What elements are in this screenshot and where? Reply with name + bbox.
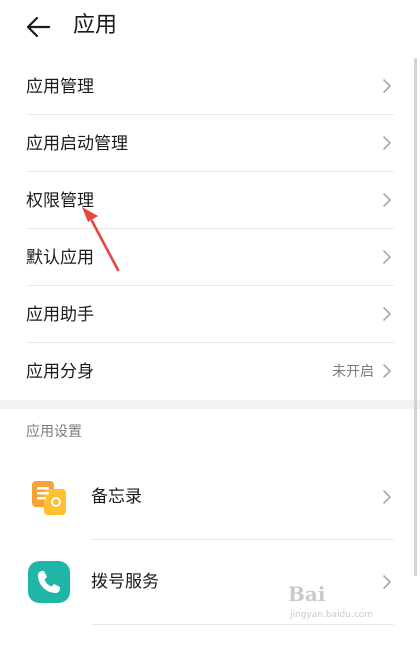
menu-item-app-twin[interactable]: 应用分身 未开启	[26, 343, 394, 400]
page-title: 应用	[73, 13, 118, 38]
menu-item-label: 应用启动管理	[26, 134, 128, 154]
menu-item-app-assistant[interactable]: 应用助手	[26, 286, 394, 343]
watermark: Bai jingyan.baidu.com	[288, 582, 402, 628]
menu-item-label: 应用管理	[26, 77, 94, 97]
chevron-right-icon	[383, 79, 391, 93]
chevron-right-icon	[383, 307, 391, 321]
app-item-label: 拨号服务	[91, 572, 159, 592]
menu-item-label: 应用分身	[26, 362, 94, 382]
arrow-left-icon[interactable]	[24, 13, 52, 41]
app-item-memo[interactable]: 备忘录	[0, 456, 420, 540]
app-item-label: 备忘录	[91, 487, 142, 507]
watermark-url: jingyan.baidu.com	[290, 610, 374, 620]
menu-item-permission-management[interactable]: 权限管理	[26, 172, 394, 229]
chevron-right-icon	[383, 364, 391, 378]
chevron-right-icon	[383, 490, 391, 504]
scrollbar[interactable]	[414, 58, 417, 576]
section-separator	[0, 400, 420, 409]
chevron-right-icon	[383, 136, 391, 150]
chevron-right-icon	[383, 193, 391, 207]
phone-icon	[28, 561, 70, 603]
chevron-right-icon	[383, 250, 391, 264]
menu-item-app-management[interactable]: 应用管理	[26, 58, 394, 115]
header: 应用	[0, 0, 420, 58]
menu-item-default-apps[interactable]: 默认应用	[26, 229, 394, 286]
notepad-icon	[32, 481, 66, 515]
menu-item-label: 默认应用	[26, 248, 94, 268]
menu-item-label: 权限管理	[26, 191, 94, 211]
menu-item-label: 应用助手	[26, 305, 94, 325]
section-title: 应用设置	[26, 424, 82, 440]
settings-list: 应用管理 应用启动管理 权限管理 默认应用 应用助手 应用分身 未开启	[0, 58, 420, 400]
menu-item-app-launch-management[interactable]: 应用启动管理	[26, 115, 394, 172]
watermark-brand: Bai	[288, 582, 326, 606]
divider	[91, 539, 394, 540]
status-value: 未开启	[332, 364, 374, 380]
